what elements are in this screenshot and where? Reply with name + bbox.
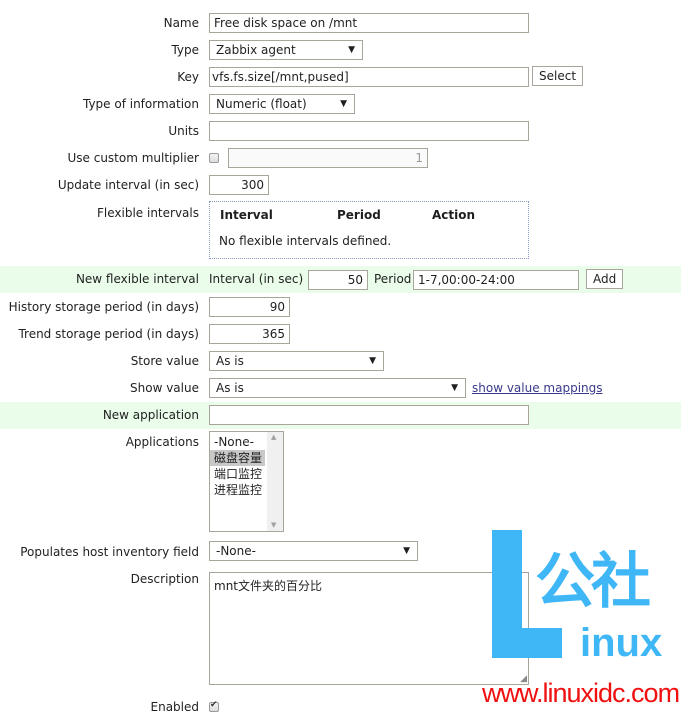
- type-select[interactable]: Zabbix agent ▼: [209, 40, 363, 60]
- trend-label: Trend storage period (in days): [18, 327, 199, 341]
- description-text: mnt文件夹的百分比: [214, 579, 323, 593]
- applications-listbox[interactable]: -None- 磁盘容量 端口监控 进程监控 ▲ ▼: [209, 431, 284, 532]
- new-application-label: New application: [102, 408, 199, 422]
- flex-interval-input[interactable]: 50: [308, 270, 368, 290]
- history-input[interactable]: 90: [209, 297, 290, 317]
- type-of-information-value: Numeric (float): [216, 97, 307, 111]
- type-of-information-select[interactable]: Numeric (float) ▼: [209, 94, 355, 114]
- type-select-value: Zabbix agent: [216, 43, 296, 57]
- new-application-input[interactable]: [209, 405, 529, 425]
- type-of-information-label: Type of information: [82, 97, 199, 111]
- watermark-logo: 公社 inux www.linuxidc.com: [480, 525, 680, 715]
- column-header-action: Action: [432, 208, 476, 222]
- inventory-field-value: -None-: [216, 544, 256, 558]
- logo-letter-l-base: [492, 628, 562, 658]
- applications-label: Applications: [125, 435, 199, 449]
- update-interval-label: Update interval (in sec): [57, 178, 199, 192]
- history-label: History storage period (in days): [8, 300, 199, 314]
- dropdown-arrow-icon: ▼: [451, 383, 458, 393]
- inventory-field-label: Populates host inventory field: [20, 545, 199, 559]
- flexible-intervals-table: Interval Period Action No flexible inter…: [209, 201, 529, 259]
- checkmark-icon: ✔: [210, 700, 218, 710]
- empty-state-text: No flexible intervals defined.: [219, 234, 392, 248]
- description-label: Description: [130, 572, 199, 586]
- watermark-url: www.linuxidc.com: [482, 678, 680, 708]
- select-button[interactable]: Select: [532, 66, 584, 86]
- units-input[interactable]: [209, 121, 529, 141]
- column-header-period: Period: [337, 208, 381, 222]
- interval-sec-label: Interval (in sec): [209, 272, 304, 286]
- listbox-scrollbar[interactable]: ▲ ▼: [267, 432, 283, 531]
- name-input[interactable]: Free disk space on /mnt: [209, 13, 529, 33]
- trend-input[interactable]: 365: [209, 324, 290, 344]
- custom-multiplier-checkbox[interactable]: [209, 153, 219, 163]
- store-value-label: Store value: [130, 354, 199, 368]
- custom-multiplier-input[interactable]: 1: [228, 148, 428, 168]
- period-label: Period: [374, 272, 412, 286]
- store-value-select[interactable]: As is ▼: [209, 351, 384, 371]
- show-value-mappings-link[interactable]: show value mappings: [472, 381, 603, 395]
- show-value-value: As is: [216, 381, 244, 395]
- store-value-value: As is: [216, 354, 244, 368]
- key-label: Key: [177, 70, 199, 84]
- add-button[interactable]: Add: [586, 269, 624, 289]
- dropdown-arrow-icon: ▼: [403, 546, 410, 556]
- type-label: Type: [171, 43, 199, 57]
- name-label: Name: [163, 16, 199, 30]
- new-flexible-interval-label: New flexible interval: [75, 272, 199, 286]
- units-label: Units: [168, 124, 199, 138]
- dropdown-arrow-icon: ▼: [340, 99, 347, 109]
- scroll-up-icon[interactable]: ▲: [271, 433, 276, 441]
- show-value-select[interactable]: As is ▼: [209, 378, 466, 398]
- flex-period-input[interactable]: 1-7,00:00-24:00: [413, 270, 579, 290]
- show-value-label: Show value: [130, 381, 199, 395]
- enabled-label: Enabled: [150, 700, 200, 714]
- logo-inux-text: inux: [580, 621, 663, 665]
- dropdown-arrow-icon: ▼: [348, 45, 355, 55]
- scroll-down-icon[interactable]: ▼: [271, 521, 276, 529]
- dropdown-arrow-icon: ▼: [369, 356, 376, 366]
- key-input[interactable]: vfs.fs.size[/mnt,pused]: [209, 67, 529, 87]
- custom-multiplier-label: Use custom multiplier: [67, 151, 199, 165]
- update-interval-input[interactable]: 300: [209, 175, 269, 195]
- application-option-selected[interactable]: 磁盘容量: [210, 450, 265, 466]
- flexible-intervals-label: Flexible intervals: [97, 206, 199, 220]
- inventory-field-select[interactable]: -None- ▼: [209, 541, 418, 561]
- enabled-checkbox[interactable]: ✔: [209, 700, 219, 712]
- logo-chinese-text: 公社: [535, 547, 651, 617]
- column-header-interval: Interval: [220, 208, 273, 222]
